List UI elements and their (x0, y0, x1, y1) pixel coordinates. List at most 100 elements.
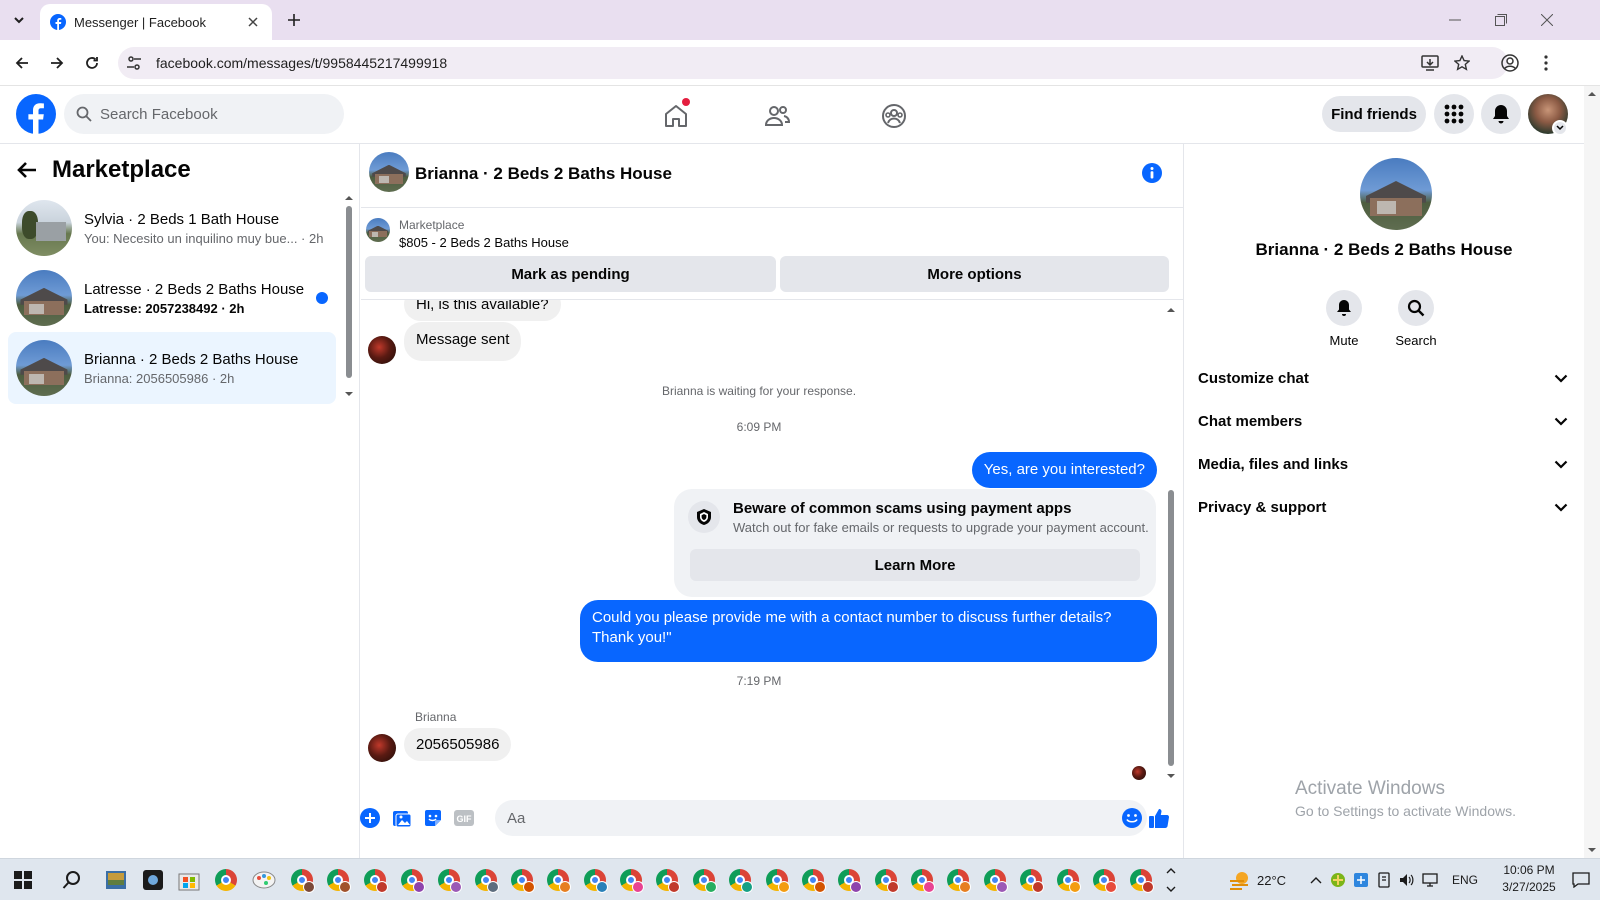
reload-button[interactable] (78, 49, 106, 77)
account-chevron-icon[interactable] (1552, 120, 1568, 136)
taskbar-chrome-profile[interactable] (432, 863, 466, 897)
address-bar[interactable]: facebook.com/messages/t/9958445217499918 (118, 47, 1508, 79)
clock-time[interactable]: 10:06 PM (1494, 863, 1564, 877)
taskbar-chrome-profile[interactable] (469, 863, 503, 897)
section-customize-chat[interactable]: Customize chat (1198, 358, 1568, 398)
message-input[interactable]: Aa (495, 800, 1147, 836)
learn-more-button[interactable]: Learn More (690, 549, 1140, 581)
taskbar-app-camera[interactable] (136, 863, 170, 897)
info-icon[interactable] (1141, 162, 1163, 184)
conversation-list-scrollbar[interactable] (344, 192, 354, 402)
tray-app-icon[interactable] (1328, 863, 1348, 897)
mark-as-pending-button[interactable]: Mark as pending (365, 256, 776, 292)
chat-avatar[interactable] (369, 152, 409, 192)
back-button[interactable] (8, 49, 36, 77)
bookmark-star-icon[interactable] (1452, 53, 1472, 73)
taskbar-chrome-profile[interactable] (941, 863, 975, 897)
tab-close-icon[interactable] (244, 13, 262, 31)
taskbar-app-store[interactable] (172, 863, 206, 897)
weather-temperature[interactable]: 22°C (1257, 873, 1286, 888)
taskbar-chrome-profile[interactable] (832, 863, 866, 897)
more-options-button[interactable]: More options (780, 256, 1169, 292)
chat-title[interactable]: Brianna · 2 Beds 2 Baths House (415, 164, 672, 184)
taskbar-chrome-profile[interactable] (1051, 863, 1085, 897)
section-chat-members[interactable]: Chat members (1198, 401, 1568, 441)
taskbar-chrome-profile[interactable] (905, 863, 939, 897)
notifications-button[interactable] (1481, 94, 1521, 134)
search-in-chat-button[interactable]: Search (1386, 290, 1446, 348)
sticker-icon[interactable] (421, 806, 445, 830)
restore-button[interactable] (1478, 0, 1524, 40)
menu-button[interactable] (1434, 94, 1474, 134)
conversation-item-brianna[interactable]: Brianna · 2 Beds 2 Baths House Brianna: … (8, 332, 336, 404)
gif-icon[interactable]: GIF (452, 806, 476, 830)
taskbar-app-paint[interactable] (247, 863, 281, 897)
forward-button[interactable] (43, 49, 71, 77)
taskbar-chrome-profile[interactable] (869, 863, 903, 897)
taskbar-chrome-profile[interactable] (796, 863, 830, 897)
conversation-item-sylvia[interactable]: Sylvia · 2 Beds 1 Bath House You: Necesi… (8, 192, 336, 264)
taskbar-overflow-arrows[interactable] (1164, 863, 1178, 897)
facebook-logo-icon[interactable] (16, 94, 56, 134)
thumbs-up-icon[interactable] (1147, 806, 1171, 830)
input-language[interactable]: ENG (1452, 873, 1478, 887)
profile-button[interactable] (1496, 49, 1524, 77)
taskbar-app-chrome[interactable] (209, 863, 243, 897)
nav-groups[interactable] (874, 96, 914, 136)
section-media-files-links[interactable]: Media, files and links (1198, 444, 1568, 484)
site-info-icon[interactable] (124, 53, 144, 73)
start-button[interactable] (6, 863, 40, 897)
minimize-button[interactable] (1432, 0, 1478, 40)
chat-details-avatar[interactable] (1360, 158, 1432, 230)
listing-price-title[interactable]: $805 - 2 Beds 2 Baths House (399, 235, 569, 250)
weather-widget[interactable] (1226, 863, 1256, 897)
page-scrollbar[interactable] (1584, 86, 1600, 858)
taskbar-chrome-profile[interactable] (505, 863, 539, 897)
taskbar-chrome-profile[interactable] (1087, 863, 1121, 897)
photo-icon[interactable] (390, 806, 414, 830)
taskbar-chrome-profile[interactable] (321, 863, 355, 897)
tray-network-app-icon[interactable] (1351, 863, 1371, 897)
sender-avatar[interactable] (368, 336, 396, 364)
taskbar-chrome-profile[interactable] (760, 863, 794, 897)
taskbar-chrome-profile[interactable] (650, 863, 684, 897)
nav-home[interactable] (656, 96, 696, 136)
taskbar-chrome-profile[interactable] (978, 863, 1012, 897)
message-thread-scrollbar[interactable] (1164, 302, 1178, 786)
taskbar-chrome-profile[interactable] (358, 863, 392, 897)
taskbar-chrome-profile[interactable] (1124, 863, 1158, 897)
close-window-button[interactable] (1524, 0, 1570, 40)
section-privacy-support[interactable]: Privacy & support (1198, 487, 1568, 527)
taskbar-chrome-profile[interactable] (614, 863, 648, 897)
tab-search-button[interactable] (6, 8, 32, 32)
conversation-item-latresse[interactable]: Latresse · 2 Beds 2 Baths House Latresse… (8, 262, 336, 334)
emoji-icon[interactable] (1121, 807, 1143, 829)
clock-date[interactable]: 3/27/2025 (1490, 880, 1568, 894)
taskbar-chrome-profile[interactable] (687, 863, 721, 897)
install-app-icon[interactable] (1420, 53, 1440, 73)
back-arrow-icon[interactable] (16, 159, 38, 181)
taskbar-search-button[interactable] (55, 863, 89, 897)
browser-menu-button[interactable] (1532, 49, 1560, 77)
network-button[interactable] (1420, 863, 1440, 897)
facebook-search-input[interactable]: Search Facebook (64, 94, 344, 134)
taskbar-chrome-profile[interactable] (1014, 863, 1048, 897)
find-friends-button[interactable]: Find friends (1322, 96, 1426, 132)
sender-avatar[interactable] (368, 734, 396, 762)
plus-circle-icon[interactable] (358, 806, 382, 830)
show-hidden-icons-button[interactable] (1306, 863, 1326, 897)
taskbar-chrome-profile[interactable] (395, 863, 429, 897)
new-tab-button[interactable] (282, 8, 306, 32)
browser-tab-messenger[interactable]: Messenger | Facebook (40, 4, 272, 40)
mute-button[interactable]: Mute (1314, 290, 1374, 348)
notification-center-button[interactable] (1566, 863, 1596, 897)
url-text[interactable]: facebook.com/messages/t/9958445217499918 (156, 55, 447, 71)
taskbar-chrome-profile[interactable] (578, 863, 612, 897)
taskbar-chrome-profile[interactable] (541, 863, 575, 897)
tray-device-icon[interactable] (1374, 863, 1394, 897)
taskbar-chrome-profile[interactable] (723, 863, 757, 897)
nav-friends[interactable] (757, 96, 797, 136)
taskbar-app-photos[interactable] (99, 863, 133, 897)
volume-button[interactable] (1397, 863, 1417, 897)
taskbar-chrome-profile[interactable] (285, 863, 319, 897)
